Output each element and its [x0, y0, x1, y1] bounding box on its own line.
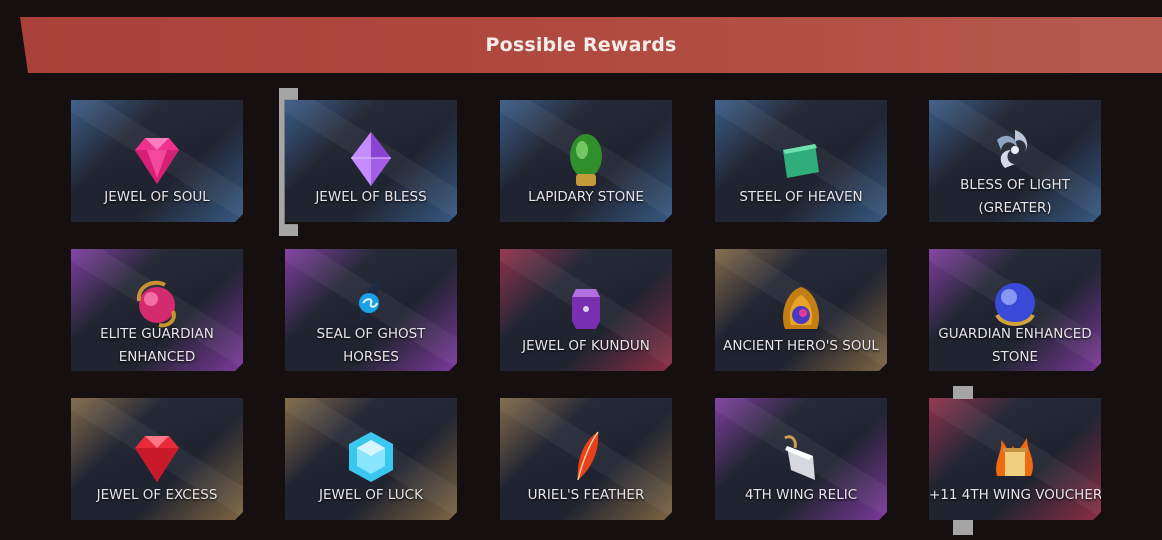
- reward-label: BLESS OF LIGHT (GREATER): [960, 177, 1070, 216]
- reward-card-4th-wing-relic[interactable]: 4TH WING RELIC: [715, 398, 887, 520]
- golden-relic-orb-icon: [769, 277, 833, 341]
- reward-card-jewel-of-soul[interactable]: JEWEL OF SOUL: [71, 100, 243, 222]
- selection-marker-top: [953, 386, 973, 399]
- reward-label: 4TH WING RELIC: [744, 487, 858, 503]
- selection-marker-bottom: [953, 520, 973, 535]
- reward-label: LAPIDARY STONE: [528, 189, 644, 205]
- reward-card-jewel-of-kundun[interactable]: JEWEL OF KUNDUN: [500, 249, 672, 371]
- reward-label: SEAL OF GHOST HORSES: [316, 326, 426, 365]
- reward-label: JEWEL OF BLESS: [315, 189, 427, 205]
- reward-label: ANCIENT HERO'S SOUL: [723, 338, 879, 354]
- reward-label: STEEL OF HEAVEN: [739, 189, 863, 205]
- reward-label: JEWEL OF LUCK: [319, 487, 423, 503]
- reward-card-bless-of-light-greater[interactable]: BLESS OF LIGHT (GREATER): [929, 100, 1101, 222]
- reward-card-lapidary-stone[interactable]: LAPIDARY STONE: [500, 100, 672, 222]
- reward-card-guardian-enhanced-stone[interactable]: GUARDIAN ENHANCED STONE: [929, 249, 1101, 371]
- green-cube-icon: [769, 128, 833, 192]
- reward-card-ancient-heros-soul[interactable]: ANCIENT HERO'S SOUL: [715, 249, 887, 371]
- reward-card-11-4th-wing-voucher[interactable]: +11 4TH WING VOUCHER: [929, 398, 1101, 520]
- reward-card-jewel-of-luck[interactable]: JEWEL OF LUCK: [285, 398, 457, 520]
- fire-scroll-icon: [983, 426, 1047, 490]
- purple-gem-box-icon: [554, 277, 618, 341]
- red-feather-icon: [554, 426, 618, 490]
- red-diamond-icon: [125, 426, 189, 490]
- reward-label: JEWEL OF KUNDUN: [522, 338, 650, 354]
- reward-label: URIEL'S FEATHER: [527, 487, 645, 503]
- reward-label: ELITE GUARDIAN ENHANCED: [100, 326, 214, 365]
- cyan-hexagon-gem-icon: [339, 426, 403, 490]
- header-title: Possible Rewards: [485, 34, 677, 56]
- rewards-header: Possible Rewards: [20, 17, 1162, 73]
- reward-card-steel-of-heaven[interactable]: STEEL OF HEAVEN: [715, 100, 887, 222]
- reward-label: GUARDIAN ENHANCED STONE: [938, 326, 1092, 365]
- purple-crystal-icon: [339, 128, 403, 192]
- green-egg-stone-icon: [554, 128, 618, 192]
- reward-card-jewel-of-bless[interactable]: JEWEL OF BLESS: [285, 100, 457, 222]
- reward-label: JEWEL OF EXCESS: [96, 487, 218, 503]
- reward-card-seal-of-ghost-horses[interactable]: SEAL OF GHOST HORSES: [285, 249, 457, 371]
- reward-label: +11 4TH WING VOUCHER: [929, 487, 1101, 503]
- reward-card-uriels-feather[interactable]: URIEL'S FEATHER: [500, 398, 672, 520]
- reward-label: JEWEL OF SOUL: [104, 189, 210, 205]
- reward-card-elite-guardian-enhanced[interactable]: ELITE GUARDIAN ENHANCED: [71, 249, 243, 371]
- crystal-wing-relic-icon: [769, 426, 833, 490]
- pink-diamond-icon: [125, 128, 189, 192]
- reward-card-jewel-of-excess[interactable]: JEWEL OF EXCESS: [71, 398, 243, 520]
